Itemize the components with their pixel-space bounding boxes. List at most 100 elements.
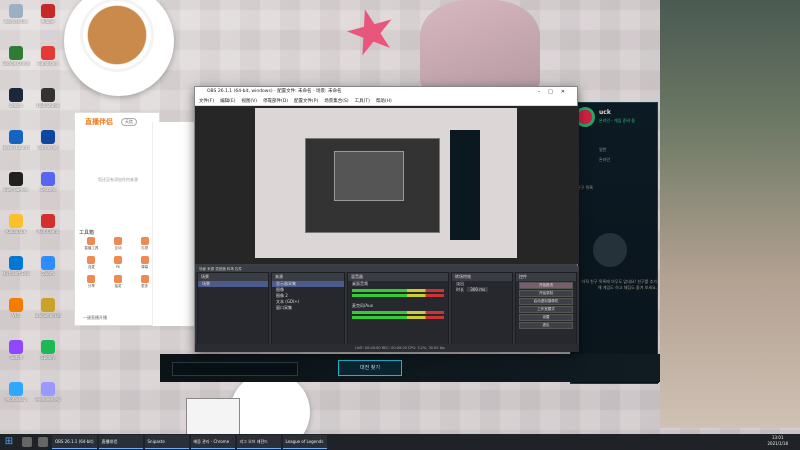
task-view-icon[interactable] xyxy=(38,437,48,447)
live-tool-item[interactable]: 抽奖 xyxy=(106,275,131,289)
desktop-icon[interactable]: Epic Games xyxy=(2,172,30,192)
live-app-empty-hint: 您还没有添加任何来源 xyxy=(98,177,138,182)
lol-chat-input[interactable] xyxy=(172,362,298,376)
windows-start-icon[interactable]: ⊞ xyxy=(0,434,18,450)
taskbar-thumbnail-preview[interactable] xyxy=(186,398,240,438)
app-icon xyxy=(9,172,23,186)
desktop-icon-label: KakaoTalk xyxy=(6,229,26,234)
taskbar-task[interactable]: League of Legends xyxy=(282,435,327,449)
desktop-icon[interactable]: Steam xyxy=(2,88,30,108)
obs-menu-item[interactable]: 配置文件(P) xyxy=(294,99,318,104)
obs-menu-item[interactable]: 场景集合(S) xyxy=(324,99,348,104)
taskbar-task[interactable]: 리그 오브 레전드 xyxy=(236,435,281,449)
friends-section-label[interactable]: 친구 목록 xyxy=(577,185,593,191)
mic-audio-meter-2[interactable] xyxy=(352,316,444,319)
tool-label: 连麦 xyxy=(87,265,95,269)
tool-label: 直播工具 xyxy=(84,246,99,250)
app-icon xyxy=(41,298,55,312)
desktop-icon[interactable]: Google Chrome xyxy=(2,46,30,66)
desktop-icon[interactable]: League of Legends xyxy=(34,298,62,318)
desktop-icon[interactable]: Spotify xyxy=(34,340,62,360)
scene-item[interactable]: 场景 xyxy=(198,281,268,287)
obs-menu-item[interactable]: 编辑(E) xyxy=(220,99,235,104)
app-icon xyxy=(9,46,23,60)
desktop-icon-label: Microsoft Edge xyxy=(2,271,30,276)
obs-control-button[interactable]: 开始推流 xyxy=(519,282,573,289)
tool-icon xyxy=(140,275,149,283)
taskbar-task[interactable]: 直播伴侣 xyxy=(98,435,143,449)
app-icon xyxy=(41,4,55,18)
scenes-dock: 场景 场景 xyxy=(197,272,269,346)
live-tool-item[interactable]: 直播工具 xyxy=(79,237,104,251)
desktop-icon-label: Adobe xyxy=(41,19,55,24)
desktop-icon[interactable]: VLC xyxy=(2,298,30,318)
obs-title-bar[interactable]: OBS 26.1.1 (64-bit, windows) - 配置文件: 未命名… xyxy=(195,87,577,97)
find-match-button[interactable]: 대전 찾기 xyxy=(338,360,402,376)
taskbar-task[interactable]: 배움 관리 - Chrome xyxy=(190,435,235,449)
taskbar: ⊞ OBS 26.1.1 (64-bit) 直播伴侣 Snipaste 배움 관리 -… xyxy=(0,434,800,450)
desktop-icon[interactable]: Zoom xyxy=(34,256,62,276)
live-tool-item[interactable]: PK xyxy=(106,256,131,270)
obs-control-button[interactable]: 工作室模式 xyxy=(519,306,573,313)
desktop-icon[interactable]: KakaoTalk xyxy=(2,214,30,234)
live-tools-grid: 直播工具 互动 礼物 连麦 PK 弹幕 分享 抽奖 更多 xyxy=(79,237,157,289)
taskbar-clock[interactable]: 13:01 2021/1/18 xyxy=(767,435,788,447)
live-tool-item[interactable]: 连麦 xyxy=(79,256,104,270)
obs-preview[interactable] xyxy=(195,106,579,264)
mixer-dock: 混音器 桌面音频 麦克风/Aux xyxy=(347,272,449,346)
obs-menu-item[interactable]: 帮助(H) xyxy=(376,99,392,104)
taskbar-task[interactable]: OBS 26.1.1 (64-bit) xyxy=(52,435,97,449)
desktop-icon[interactable]: Recycle Bin xyxy=(2,4,30,24)
summoner-status[interactable]: 온라인 - 게임 준비 중 xyxy=(599,118,635,124)
live-tool-item[interactable]: 分享 xyxy=(79,275,104,289)
summoner-name: uck xyxy=(599,109,611,116)
desktop-icon[interactable]: OBS Studio xyxy=(34,88,62,108)
live-app-badge[interactable]: 天信 xyxy=(121,118,137,126)
desktop-icon[interactable]: Battle.net xyxy=(34,130,62,150)
taskbar-task[interactable]: Snipaste xyxy=(144,435,189,449)
search-icon[interactable] xyxy=(22,437,32,447)
desktop-icon[interactable]: Premiere Pro xyxy=(34,382,62,402)
obs-menu-item[interactable]: 文件(F) xyxy=(199,99,214,104)
desktop-icon[interactable]: Discord xyxy=(34,172,62,192)
tool-icon xyxy=(140,256,149,264)
desktop-icon[interactable]: Photoshop xyxy=(2,382,30,402)
desktop-icon-label: Bandicam xyxy=(38,61,58,66)
desktop-icon[interactable]: Nexon Launcher xyxy=(2,130,30,150)
nested-obs-capture-2 xyxy=(334,151,404,201)
sources-header: 来源 xyxy=(272,273,344,281)
league-footer-bar: 대전 찾기 xyxy=(160,354,660,382)
obs-menu-item[interactable]: 视图(V) xyxy=(241,99,257,104)
desktop-icon-label: Spotify xyxy=(41,355,55,360)
wallpaper-right-art xyxy=(660,0,800,428)
obs-control-button[interactable]: 退出 xyxy=(519,322,573,329)
obs-control-button[interactable]: 启动虚拟摄像机 xyxy=(519,298,573,305)
tool-label: 分享 xyxy=(87,284,95,288)
desktop-icon[interactable]: Microsoft Edge xyxy=(2,256,30,276)
desktop-icon-label: Riot Client xyxy=(37,229,59,234)
controls-list: 开始推流 开始录制 启动虚拟摄像机 工作室模式 设置 退出 xyxy=(516,282,576,329)
live-app-footer[interactable]: 一键直播开播 xyxy=(83,315,107,321)
obs-control-button[interactable]: 开始录制 xyxy=(519,290,573,297)
obs-menu-item[interactable]: 工具(T) xyxy=(355,99,370,104)
app-icon xyxy=(41,172,55,186)
app-icon xyxy=(9,130,23,144)
mic-audio-meter[interactable] xyxy=(352,311,444,314)
league-client-sidebar: uck 온라인 - 게임 준비 중 일반 온라인 친구 목록 아직 친구 목록에… xyxy=(570,102,659,384)
desktop-icon[interactable]: Adobe xyxy=(34,4,62,24)
source-item[interactable]: 窗口采集 xyxy=(272,305,344,311)
mixer-header: 混音器 xyxy=(348,273,448,281)
obs-menu-item[interactable]: 停靠部件(D) xyxy=(263,99,288,104)
window-controls[interactable]: –□✕ xyxy=(538,87,573,97)
desktop-audio-meter-2[interactable] xyxy=(352,294,444,297)
obs-control-button[interactable]: 设置 xyxy=(519,314,573,321)
app-icon xyxy=(41,88,55,102)
app-icon xyxy=(41,340,55,354)
desktop-icon[interactable]: Bandicam xyxy=(34,46,62,66)
duration-input[interactable]: 300 ms xyxy=(467,287,489,292)
tool-icon xyxy=(113,256,122,264)
live-tool-item[interactable]: 互动 xyxy=(106,237,131,251)
desktop-icon[interactable]: Riot Client xyxy=(34,214,62,234)
desktop-icon[interactable]: Twitch xyxy=(2,340,30,360)
desktop-audio-meter[interactable] xyxy=(352,289,444,292)
